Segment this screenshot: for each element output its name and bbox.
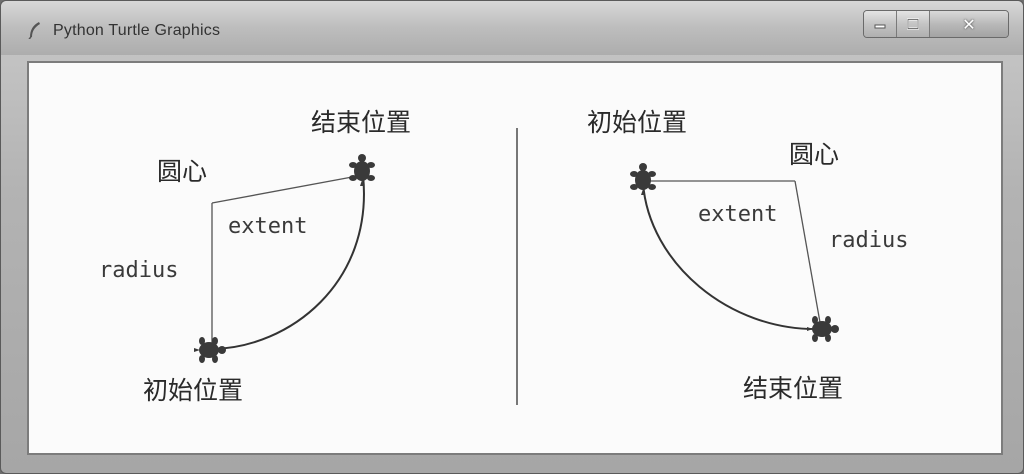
left-radius-label: radius: [99, 258, 178, 283]
left-center-label: 圆心: [157, 157, 207, 186]
left-diagram: 结束位置 圆心 extent radius 初始位置: [99, 108, 411, 405]
canvas-drawing: 结束位置 圆心 extent radius 初始位置 初始位置 圆心 exten…: [99, 108, 908, 405]
minimize-button[interactable]: [864, 11, 897, 37]
left-end-label: 结束位置: [311, 108, 411, 137]
left-start-label: 初始位置: [143, 376, 243, 405]
left-end-turtle-icon: [349, 154, 375, 186]
left-arc: [211, 174, 365, 350]
turtle-canvas[interactable]: 结束位置 圆心 extent radius 初始位置 初始位置 圆心 exten…: [27, 61, 1003, 455]
left-extent-line: [211, 174, 364, 204]
minimize-icon: [874, 24, 886, 29]
maximize-button[interactable]: [897, 11, 930, 37]
right-end-turtle-icon: [807, 316, 839, 342]
right-extent-label: extent: [698, 202, 777, 227]
right-end-label: 结束位置: [743, 374, 843, 403]
close-button[interactable]: ✕: [930, 11, 1008, 37]
right-start-label: 初始位置: [587, 108, 687, 137]
title-bar[interactable]: Python Turtle Graphics ✕: [1, 1, 1023, 55]
left-start-turtle-icon: [194, 337, 226, 363]
window-controls: ✕: [863, 10, 1009, 38]
app-window: Python Turtle Graphics ✕ 结束位置 圆心 extent …: [0, 0, 1024, 474]
right-radius-label: radius: [829, 228, 908, 253]
right-center-label: 圆心: [789, 140, 839, 169]
close-icon: ✕: [962, 14, 976, 34]
right-diagram: 初始位置 圆心 extent radius 结束位置: [587, 108, 908, 403]
window-title: Python Turtle Graphics: [53, 22, 221, 39]
right-radius-line: [794, 180, 822, 329]
left-extent-label: extent: [228, 214, 307, 239]
maximize-icon: [907, 18, 919, 30]
right-start-turtle-icon: [630, 163, 656, 195]
feather-icon: [28, 22, 40, 39]
